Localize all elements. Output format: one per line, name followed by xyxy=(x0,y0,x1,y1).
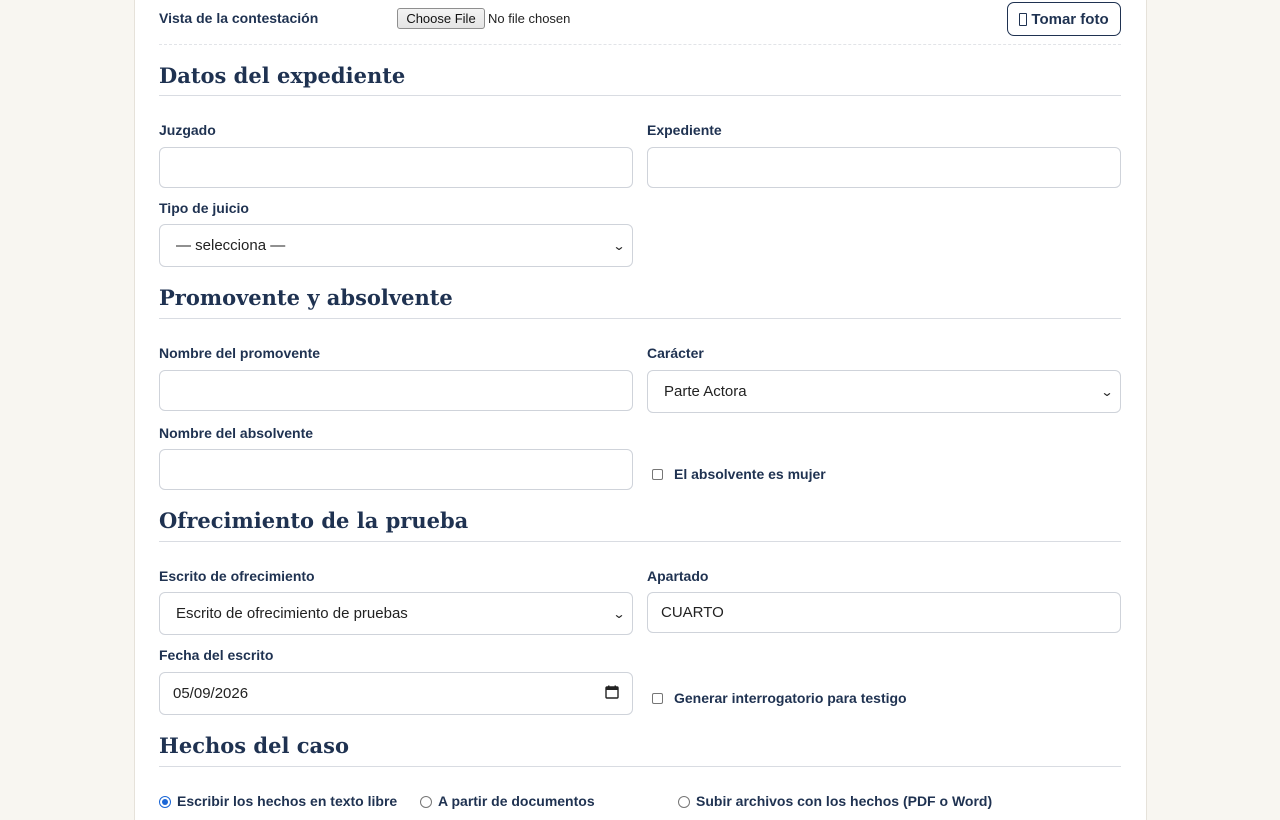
tipo-juicio-label: Tipo de juicio xyxy=(159,200,249,216)
promovente-label: Nombre del promovente xyxy=(159,345,321,361)
choose-file-button[interactable]: Choose File xyxy=(397,8,485,29)
section-heading-hechos: Hechos del caso xyxy=(159,733,349,758)
expediente-label: Expediente xyxy=(647,122,722,138)
fecha-label: Fecha del escrito xyxy=(159,647,274,663)
caracter-select[interactable]: Parte Actora ⌄ xyxy=(647,370,1121,413)
apartado-input[interactable]: CUARTO xyxy=(647,592,1121,633)
hechos-option-documentos-label: A partir de documentos xyxy=(438,793,595,809)
section-rule xyxy=(159,95,1121,96)
escrito-label: Escrito de ofrecimiento xyxy=(159,568,315,584)
juzgado-label: Juzgado xyxy=(159,122,216,138)
chevron-down-icon: ⌄ xyxy=(612,606,626,621)
expediente-input[interactable] xyxy=(647,147,1121,188)
absolvente-label: Nombre del absolvente xyxy=(159,425,314,441)
testigo-checkbox[interactable] xyxy=(652,693,663,704)
take-photo-button[interactable]: Tomar foto xyxy=(1007,2,1121,36)
hechos-option-archivos-radio[interactable] xyxy=(678,796,690,808)
section-rule xyxy=(159,318,1121,319)
tipo-juicio-value: — selecciona — xyxy=(176,237,286,254)
top-divider xyxy=(159,44,1121,45)
juzgado-input[interactable] xyxy=(159,147,633,188)
escrito-select[interactable]: Escrito de ofrecimiento de pruebas ⌄ xyxy=(159,592,633,635)
camera-icon xyxy=(1019,12,1028,26)
escrito-value: Escrito de ofrecimiento de pruebas xyxy=(176,605,408,622)
section-heading-prueba: Ofrecimiento de la prueba xyxy=(159,508,469,533)
hechos-option-archivos-label: Subir archivos con los hechos (PDF o Wor… xyxy=(696,793,993,809)
hechos-option-documentos-radio[interactable] xyxy=(420,796,432,808)
absolvente-mujer-checkbox[interactable] xyxy=(652,469,663,480)
caracter-label: Carácter xyxy=(647,345,704,361)
apartado-label: Apartado xyxy=(647,568,709,584)
take-photo-label: Tomar foto xyxy=(1031,10,1109,28)
contestacion-label: Vista de la contestación xyxy=(159,10,319,26)
absolvente-input[interactable] xyxy=(159,449,633,490)
section-rule xyxy=(159,541,1121,542)
promovente-input[interactable] xyxy=(159,370,633,411)
file-status-text: No file chosen xyxy=(488,11,571,26)
absolvente-mujer-label: El absolvente es mujer xyxy=(674,466,826,482)
testigo-label: Generar interrogatorio para testigo xyxy=(674,690,907,706)
calendar-icon[interactable] xyxy=(605,685,619,703)
tipo-juicio-select[interactable]: — selecciona — ⌄ xyxy=(159,224,633,267)
form-body: Vista de la contestación Choose File No … xyxy=(159,0,1121,820)
fecha-value: 05/09/2026 xyxy=(173,685,249,702)
section-heading-partes: Promovente y absolvente xyxy=(159,285,453,310)
chevron-down-icon: ⌄ xyxy=(1100,384,1114,399)
caracter-value: Parte Actora xyxy=(664,383,747,400)
chevron-down-icon: ⌄ xyxy=(612,238,626,253)
fecha-input[interactable]: 05/09/2026 xyxy=(159,672,633,715)
hechos-option-texto-radio[interactable] xyxy=(159,796,171,808)
hechos-option-texto-label: Escribir los hechos en texto libre xyxy=(177,793,398,809)
form-card: Vista de la contestación Choose File No … xyxy=(134,0,1147,820)
section-heading-expediente: Datos del expediente xyxy=(159,63,406,88)
section-rule xyxy=(159,766,1121,767)
